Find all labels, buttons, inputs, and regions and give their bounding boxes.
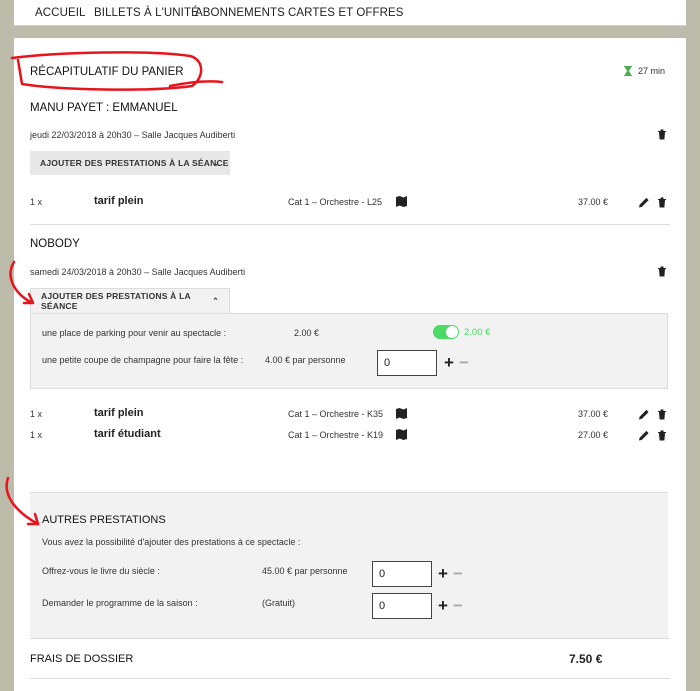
separator [30, 638, 670, 639]
service-price: 4.00 € par personne [265, 355, 346, 365]
hourglass-icon [624, 66, 632, 76]
edit-icon[interactable] [639, 409, 649, 420]
add-services-button-2[interactable]: AJOUTER DES PRESTATIONS À LA SÉANCE ⌃ [30, 288, 230, 313]
nav-accueil[interactable]: ACCUEIL [35, 7, 86, 19]
nav-abonnements[interactable]: ABONNEMENTS [195, 7, 285, 19]
minus-icon[interactable]: − [453, 597, 463, 614]
chevron-down-icon: ⌄ [213, 158, 220, 168]
ticket-price: 37.00 € [578, 197, 609, 207]
parking-toggle[interactable] [433, 325, 459, 339]
service-price: 2.00 € [294, 328, 320, 338]
champagne-qty-input[interactable] [377, 350, 437, 376]
ticket-seat: Cat 1 – Orchestre - K19 [288, 430, 384, 440]
nav-billets[interactable]: BILLETS À L'UNITÉ [94, 7, 199, 19]
top-nav: ACCUEIL BILLETS À L'UNITÉ ABONNEMENTS CA… [14, 0, 686, 26]
ticket-tariff: tarif plein [94, 407, 144, 419]
cart-title: RÉCAPITULATIF DU PANIER [30, 66, 184, 78]
ticket-qty: 1 x [30, 197, 43, 207]
book-qty-input[interactable] [372, 561, 432, 587]
show-date-1: jeudi 22/03/2018 à 20h30 – Salle Jacques… [30, 130, 236, 140]
map-icon[interactable] [396, 429, 407, 440]
ticket-qty: 1 x [30, 430, 43, 440]
service-label: Offrez-vous le livre du siècle : [42, 566, 160, 576]
plus-icon[interactable]: + [444, 354, 454, 371]
toggle-price: 2.00 € [464, 327, 491, 338]
ticket-price: 37.00 € [578, 409, 609, 419]
show-date-2: samedi 24/03/2018 à 20h30 – Salle Jacque… [30, 267, 246, 277]
service-price: (Gratuit) [262, 598, 296, 608]
other-services-intro: Vous avez la possibilité d'ajouter des p… [42, 537, 301, 547]
ticket-price: 27.00 € [578, 430, 609, 440]
service-label: Demander le programme de la saison : [42, 598, 198, 608]
fees-amount: 7.50 € [569, 652, 603, 666]
trash-icon[interactable] [657, 129, 667, 140]
map-icon[interactable] [396, 196, 407, 207]
edit-icon[interactable] [639, 430, 649, 441]
map-icon[interactable] [396, 408, 407, 419]
trash-icon[interactable] [657, 266, 667, 277]
trash-icon[interactable] [657, 409, 667, 420]
ticket-qty: 1 x [30, 409, 43, 419]
add-services-button-1[interactable]: AJOUTER DES PRESTATIONS À LA SÉANCE ⌄ [30, 151, 230, 175]
cart-panel: RÉCAPITULATIF DU PANIER 27 min MANU PAYE… [14, 38, 686, 691]
service-price: 45.00 € par personne [262, 566, 348, 576]
program-qty-input[interactable] [372, 593, 432, 619]
other-services-title: AUTRES PRESTATIONS [42, 514, 166, 526]
chevron-up-icon: ⌃ [212, 296, 219, 306]
separator [30, 678, 670, 679]
service-label: une petite coupe de champagne pour faire… [42, 355, 244, 365]
plus-icon[interactable]: + [438, 597, 448, 614]
services-panel [30, 313, 668, 389]
minus-icon[interactable]: − [453, 565, 463, 582]
show-title-1: MANU PAYET : EMMANUEL [30, 102, 178, 114]
ticket-seat: Cat 1 – Orchestre - K35 [288, 409, 384, 419]
ticket-tariff: tarif étudiant [94, 428, 161, 440]
service-label: une place de parking pour venir au spect… [42, 328, 227, 338]
edit-icon[interactable] [639, 197, 649, 208]
trash-icon[interactable] [657, 430, 667, 441]
ticket-seat: Cat 1 – Orchestre - L25 [288, 197, 383, 207]
timer-text: 27 min [638, 66, 666, 76]
trash-icon[interactable] [657, 197, 667, 208]
plus-icon[interactable]: + [438, 565, 448, 582]
nav-cartes[interactable]: CARTES ET OFFRES [288, 7, 404, 19]
fees-label: FRAIS DE DOSSIER [30, 653, 134, 665]
separator [30, 224, 670, 225]
ticket-tariff: tarif plein [94, 195, 144, 207]
show-title-2: NOBODY [30, 238, 80, 250]
minus-icon[interactable]: − [459, 354, 469, 371]
